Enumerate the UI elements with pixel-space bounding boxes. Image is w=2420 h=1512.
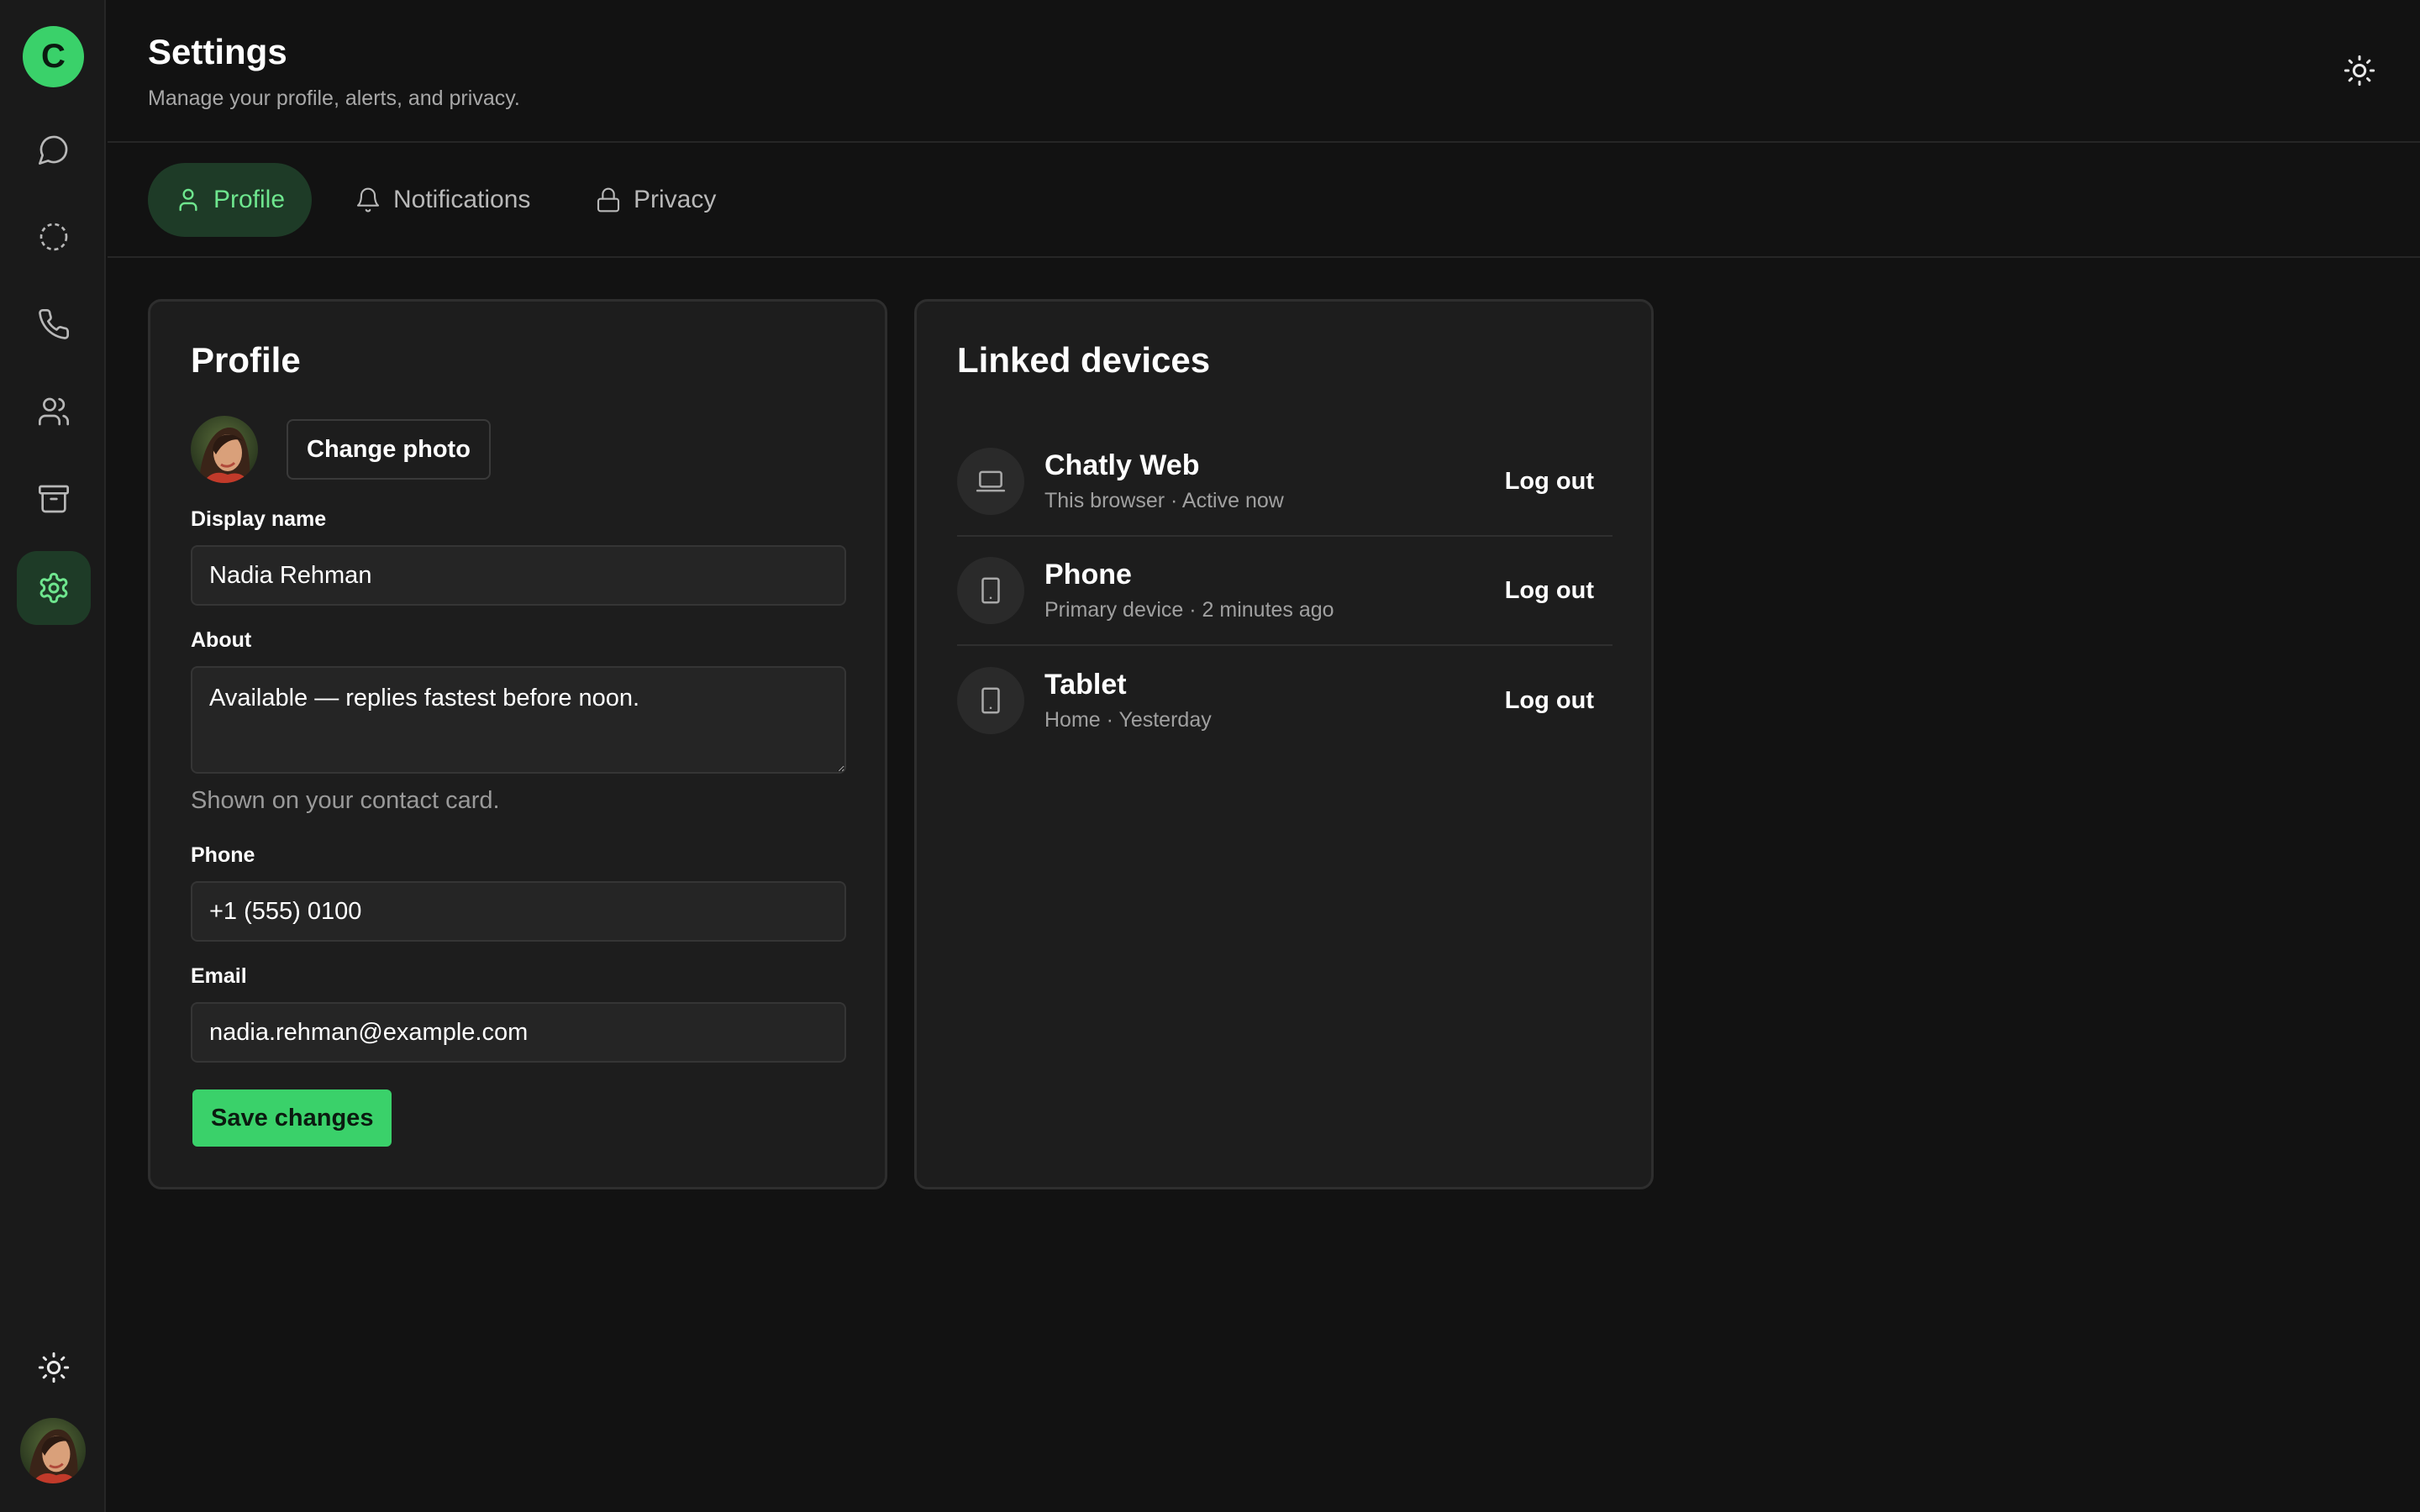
- save-changes-button[interactable]: Save changes: [192, 1089, 392, 1147]
- user-icon: [179, 188, 197, 212]
- chat-bubble-icon: [39, 135, 68, 165]
- gear-icon: [39, 572, 68, 603]
- tab-notifications-label: Notifications: [393, 186, 531, 213]
- linked-devices-title: Linked devices: [957, 340, 1211, 380]
- tablet-icon: [981, 687, 1000, 714]
- phone-input[interactable]: [191, 881, 846, 942]
- logout-button[interactable]: Log out: [1486, 675, 1612, 727]
- rail-chats-button[interactable]: [17, 113, 91, 186]
- display-name-input[interactable]: [191, 545, 846, 606]
- phone-icon: [39, 308, 70, 339]
- users-icon: [39, 397, 70, 426]
- sun-icon: [38, 1352, 70, 1383]
- sun-icon: [2344, 55, 2375, 87]
- phone-label: Phone: [191, 843, 255, 867]
- avatar-image: [191, 416, 258, 483]
- device-icon-wrap: [957, 448, 1024, 515]
- left-rail: C: [0, 0, 106, 1512]
- device-row: Tablet Home · Yesterday Log out: [957, 646, 1612, 755]
- tab-privacy[interactable]: Privacy: [568, 163, 743, 237]
- email-label: Email: [191, 964, 247, 988]
- lock-icon: [597, 187, 620, 213]
- device-text: Chatly Web This browser · Active now: [1044, 449, 1486, 513]
- tab-profile-label: Profile: [213, 186, 286, 213]
- device-icon-wrap: [957, 667, 1024, 734]
- device-icon-wrap: [957, 557, 1024, 624]
- rail-contacts-button[interactable]: [17, 375, 91, 449]
- page-subtitle: Manage your profile, alerts, and privacy…: [148, 87, 520, 110]
- rail-user-avatar[interactable]: [20, 1418, 86, 1483]
- device-row: Phone Primary device · 2 minutes ago Log…: [957, 537, 1612, 646]
- about-label: About: [191, 628, 252, 652]
- header-theme-toggle[interactable]: [2339, 50, 2380, 91]
- tab-profile[interactable]: Profile: [148, 163, 313, 237]
- avatar: [191, 416, 258, 483]
- rail-calls-button[interactable]: [17, 287, 91, 361]
- device-meta: This browser · Active now: [1044, 489, 1284, 512]
- bell-icon: [356, 187, 380, 213]
- settings-tabs: Profile Notifications Privacy: [108, 143, 2420, 258]
- status-ring-icon: [39, 223, 68, 251]
- device-meta: Home · Yesterday: [1044, 708, 1212, 732]
- about-textarea[interactable]: Available — replies fastest before noon.: [191, 666, 846, 774]
- settings-app: C Settings Manage your profile, alerts, …: [0, 0, 2420, 1512]
- logout-button[interactable]: Log out: [1486, 456, 1612, 507]
- rail-settings-button[interactable]: [17, 551, 91, 625]
- display-name-label: Display name: [191, 507, 327, 531]
- device-text: Tablet Home · Yesterday: [1044, 669, 1486, 732]
- rail-theme-button[interactable]: [17, 1331, 91, 1404]
- rail-status-button[interactable]: [17, 200, 91, 274]
- logout-button[interactable]: Log out: [1486, 565, 1612, 617]
- about-hint: Shown on your contact card.: [191, 787, 500, 814]
- tablet-icon: [981, 577, 1000, 604]
- email-input[interactable]: [191, 1002, 846, 1063]
- change-photo-button[interactable]: Change photo: [287, 419, 491, 480]
- linked-devices-card: Linked devices Chatly Web This browser ·…: [914, 299, 1654, 1189]
- tab-notifications[interactable]: Notifications: [328, 163, 557, 237]
- rail-archive-button[interactable]: [17, 462, 91, 536]
- page-title: Settings: [148, 32, 287, 71]
- profile-card-title: Profile: [191, 340, 301, 380]
- profile-card: Profile Change photo Display name Ab: [148, 299, 887, 1189]
- app-logo[interactable]: C: [23, 26, 84, 87]
- device-row: Chatly Web This browser · Active now Log…: [957, 428, 1612, 537]
- device-meta: Primary device · 2 minutes ago: [1044, 598, 1334, 622]
- tab-privacy-label: Privacy: [634, 186, 717, 213]
- archive-icon: [39, 485, 69, 513]
- avatar-image: [20, 1418, 86, 1483]
- device-name: Phone: [1044, 559, 1132, 591]
- device-name: Tablet: [1044, 669, 1127, 701]
- device-name: Chatly Web: [1044, 449, 1200, 481]
- page-header: Settings Manage your profile, alerts, an…: [108, 0, 2420, 143]
- laptop-icon: [976, 470, 1006, 492]
- device-text: Phone Primary device · 2 minutes ago: [1044, 559, 1486, 622]
